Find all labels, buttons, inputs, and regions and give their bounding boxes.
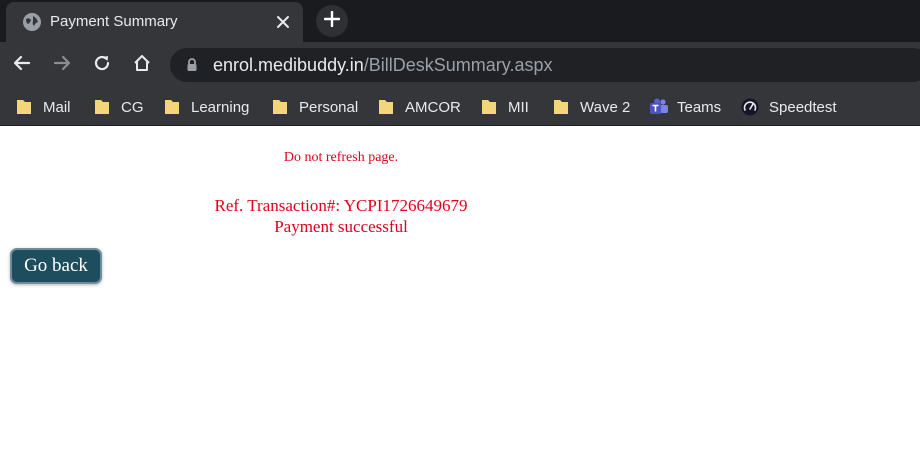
plus-icon — [323, 10, 341, 32]
teams-icon — [649, 98, 668, 116]
bookmark-mii[interactable]: MII — [480, 96, 529, 118]
tab-strip: Payment Summary — [0, 0, 920, 42]
bookmark-amcor[interactable]: AMCOR — [377, 96, 461, 118]
new-tab-button[interactable] — [316, 5, 348, 37]
bookmark-label: Speedtest — [769, 98, 837, 116]
bookmark-learning[interactable]: Learning — [163, 96, 249, 118]
folder-icon — [552, 98, 570, 116]
bookmark-label: AMCOR — [405, 98, 461, 116]
bookmarks-bar: Mail CG Learning Personal AMCOR MII Wave… — [0, 88, 920, 126]
folder-icon — [93, 98, 111, 116]
globe-icon — [22, 12, 42, 32]
url-host: enrol.medibuddy.in — [213, 55, 364, 75]
reload-icon — [92, 53, 112, 78]
bookmark-label: Learning — [191, 98, 250, 116]
folder-icon — [15, 98, 33, 116]
home-icon — [132, 53, 152, 78]
folder-icon — [377, 98, 395, 116]
bookmark-mail[interactable]: Mail — [15, 96, 71, 118]
speedtest-icon — [741, 98, 759, 116]
transaction-reference: Ref. Transaction#: YCPI1726649679 — [214, 196, 468, 215]
page-content: Do not refresh page. Ref. Transaction#: … — [0, 128, 920, 474]
bookmark-cg[interactable]: CG — [93, 96, 144, 118]
tab-title: Payment Summary — [50, 13, 178, 30]
folder-icon — [163, 98, 181, 116]
bookmark-label: Mail — [43, 98, 71, 116]
address-bar[interactable]: enrol.medibuddy.in/BillDeskSummary.aspx — [170, 48, 920, 82]
bookmark-speedtest[interactable]: Speedtest — [741, 96, 837, 118]
bookmark-label: MII — [508, 98, 529, 116]
arrow-right-icon — [52, 53, 72, 78]
arrow-left-icon — [12, 53, 32, 78]
browser-toolbar: enrol.medibuddy.in/BillDeskSummary.aspx — [0, 42, 920, 88]
refresh-warning: Do not refresh page. — [283, 150, 399, 165]
bookmark-wave-2[interactable]: Wave 2 — [552, 96, 630, 118]
bookmark-label: Personal — [299, 98, 359, 116]
lock-icon[interactable] — [184, 57, 200, 73]
home-button[interactable] — [128, 51, 156, 79]
bookmark-teams[interactable]: Teams — [649, 96, 721, 118]
bookmark-label: Teams — [677, 98, 722, 116]
close-icon[interactable] — [273, 12, 293, 32]
url-text: enrol.medibuddy.in/BillDeskSummary.aspx — [213, 55, 552, 76]
bookmark-label: Wave 2 — [580, 98, 631, 116]
go-back-button[interactable]: Go back — [10, 248, 102, 284]
forward-button[interactable] — [48, 51, 76, 79]
folder-icon — [271, 98, 289, 116]
tab-payment-summary[interactable]: Payment Summary — [6, 2, 303, 42]
url-path: /BillDeskSummary.aspx — [363, 55, 553, 75]
bookmark-label: CG — [121, 98, 144, 116]
back-button[interactable] — [8, 51, 36, 79]
reload-button[interactable] — [88, 51, 116, 79]
payment-status: Payment successful — [274, 217, 408, 236]
folder-icon — [480, 98, 498, 116]
bookmark-personal[interactable]: Personal — [271, 96, 358, 118]
